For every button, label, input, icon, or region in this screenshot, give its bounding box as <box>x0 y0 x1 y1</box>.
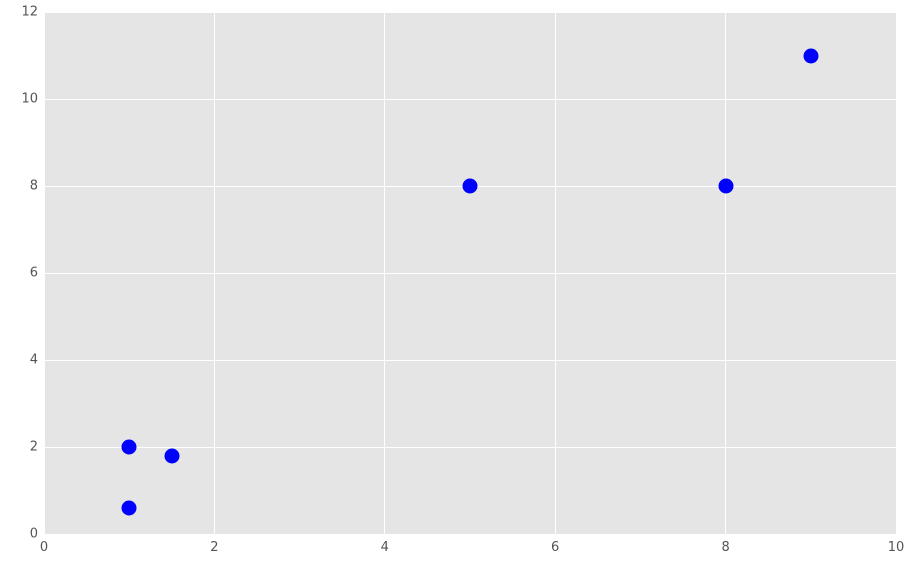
y-tick-label: 10 <box>20 92 38 107</box>
x-tick-label: 10 <box>888 540 905 555</box>
scatter-point <box>803 48 818 63</box>
gridline-v <box>725 12 726 534</box>
gridline-v <box>214 12 215 534</box>
gridline-h <box>44 534 896 535</box>
gridline-v <box>555 12 556 534</box>
scatter-point <box>463 179 478 194</box>
x-tick-label: 4 <box>381 540 389 555</box>
gridline-v <box>896 12 897 534</box>
y-tick-label: 8 <box>20 179 38 194</box>
gridline-h <box>44 360 896 361</box>
gridline-h <box>44 12 896 13</box>
x-tick-label: 8 <box>721 540 729 555</box>
y-tick-label: 6 <box>20 266 38 281</box>
x-tick-label: 0 <box>40 540 48 555</box>
scatter-point <box>122 440 137 455</box>
y-tick-label: 4 <box>20 353 38 368</box>
scatter-point <box>164 448 179 463</box>
x-tick-label: 6 <box>551 540 559 555</box>
y-tick-label: 12 <box>20 5 38 20</box>
gridline-v <box>44 12 45 534</box>
scatter-point <box>718 179 733 194</box>
y-tick-label: 0 <box>20 527 38 542</box>
gridline-v <box>384 12 385 534</box>
x-tick-label: 2 <box>210 540 218 555</box>
gridline-h <box>44 99 896 100</box>
y-tick-label: 2 <box>20 440 38 455</box>
chart-figure: 0 2 4 6 8 10 0 2 4 6 8 10 12 <box>0 0 913 564</box>
scatter-point <box>122 500 137 515</box>
gridline-h <box>44 273 896 274</box>
